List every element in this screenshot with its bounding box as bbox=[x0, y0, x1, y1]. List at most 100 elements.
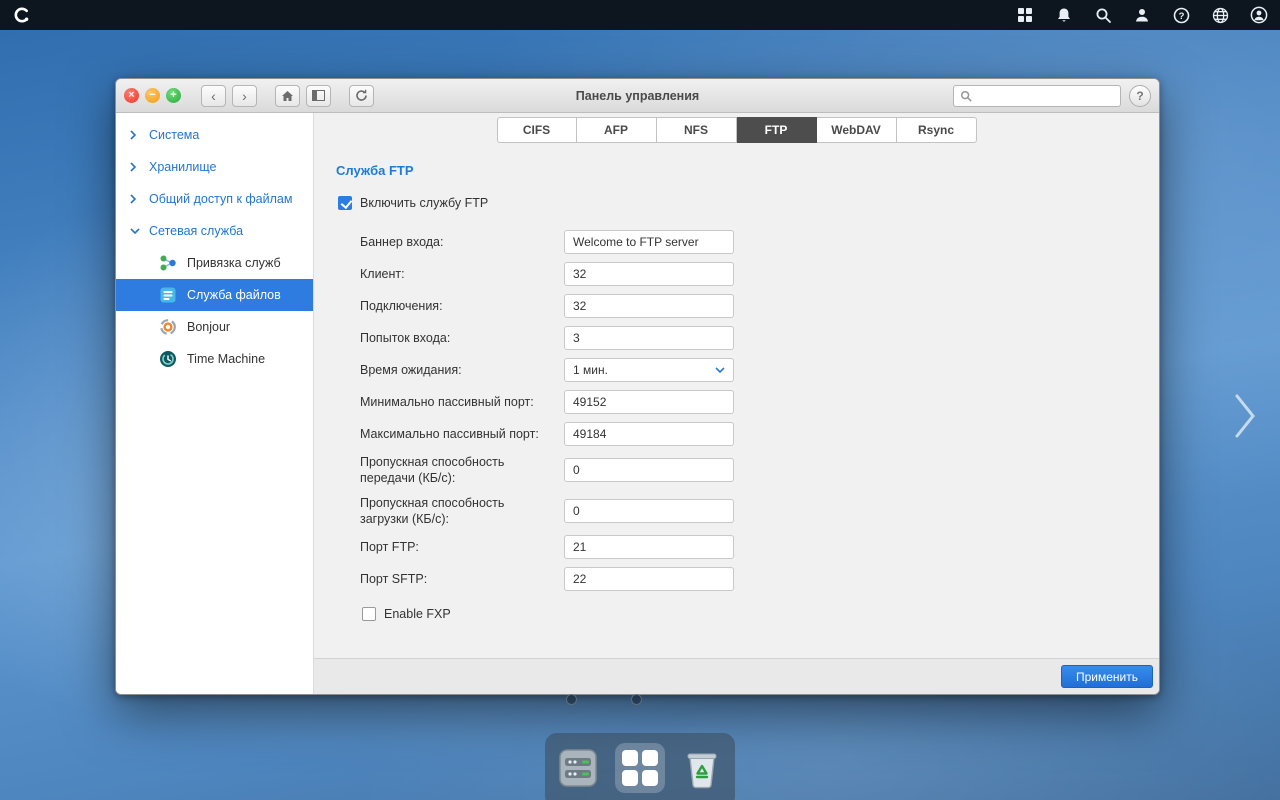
sidebar-item-service-binding[interactable]: Привязка служб bbox=[116, 247, 313, 279]
sftp-port-input[interactable] bbox=[564, 567, 734, 591]
window-help-button[interactable]: ? bbox=[1129, 85, 1151, 107]
tab-afp[interactable]: AFP bbox=[577, 117, 657, 143]
tab-webdav[interactable]: WebDAV bbox=[817, 117, 897, 143]
sidebar-item-label: Общий доступ к файлам bbox=[149, 192, 292, 206]
dock bbox=[545, 733, 735, 800]
field-label: Баннер входа: bbox=[360, 234, 564, 250]
tab-nfs[interactable]: NFS bbox=[657, 117, 737, 143]
window-titlebar: × − + ‹ › Пане bbox=[116, 79, 1159, 113]
form-row-login-attempts: Попыток входа: bbox=[336, 326, 1159, 350]
field-label: Порт SFTP: bbox=[360, 571, 564, 587]
forward-button[interactable]: › bbox=[232, 85, 257, 107]
sidebar-item-label: Служба файлов bbox=[187, 288, 281, 302]
tab-cifs[interactable]: CIFS bbox=[497, 117, 577, 143]
sidebar-item-time-machine[interactable]: Time Machine bbox=[116, 343, 313, 375]
enable-ftp-label: Включить службу FTP bbox=[360, 196, 488, 210]
form-row-passive-min: Минимально пассивный порт: bbox=[336, 390, 1159, 414]
enable-fxp-row: Enable FXP bbox=[338, 607, 1159, 621]
system-monitor-icon[interactable] bbox=[553, 743, 603, 793]
window-search-input[interactable] bbox=[977, 89, 1114, 103]
desktop-page-dot[interactable] bbox=[631, 694, 642, 705]
form-row-download-bandwidth: Пропускная способность загрузки (КБ/с): bbox=[336, 495, 1159, 528]
back-button[interactable]: ‹ bbox=[201, 85, 226, 107]
chevron-down-icon bbox=[130, 228, 140, 234]
form-row-transfer-bandwidth: Пропускная способность передачи (КБ/с): bbox=[336, 454, 1159, 487]
sidebar: Система Хранилище Общий доступ к файлам bbox=[116, 113, 314, 694]
language-globe-icon[interactable] bbox=[1211, 6, 1229, 24]
form-row-ftp-port: Порт FTP: bbox=[336, 535, 1159, 559]
timeout-select[interactable]: 1 мин. bbox=[564, 358, 734, 382]
connections-input[interactable] bbox=[564, 294, 734, 318]
notifications-bell-icon[interactable] bbox=[1055, 6, 1073, 24]
window-controls: × − + bbox=[124, 88, 187, 103]
maximize-button[interactable]: + bbox=[166, 88, 181, 103]
login-attempts-input[interactable] bbox=[564, 326, 734, 350]
form-row-connections: Подключения: bbox=[336, 294, 1159, 318]
svg-text:?: ? bbox=[1178, 11, 1184, 22]
control-panel-window: × − + ‹ › Пане bbox=[115, 78, 1160, 695]
asustor-logo[interactable] bbox=[12, 5, 32, 25]
chevron-right-icon bbox=[130, 194, 140, 204]
sidebar-item-label: Bonjour bbox=[187, 320, 230, 334]
enable-fxp-label: Enable FXP bbox=[384, 607, 451, 621]
sidebar-item-bonjour[interactable]: Bonjour bbox=[116, 311, 313, 343]
minimize-button[interactable]: − bbox=[145, 88, 160, 103]
topbar: ? bbox=[0, 0, 1280, 30]
service-binding-icon bbox=[158, 253, 178, 273]
enable-ftp-row: Включить службу FTP bbox=[338, 196, 1159, 210]
timeout-select-value: 1 мин. bbox=[573, 363, 608, 377]
bonjour-icon bbox=[158, 317, 178, 337]
sidebar-item-file-sharing[interactable]: Общий доступ к файлам bbox=[116, 183, 313, 215]
sidebar-item-file-service[interactable]: Служба файлов bbox=[116, 279, 313, 311]
next-page-chevron[interactable] bbox=[1232, 392, 1258, 440]
sidebar-item-label: Хранилище bbox=[149, 160, 217, 174]
field-label: Время ожидания: bbox=[360, 362, 564, 378]
sidebar-toggle-button[interactable] bbox=[306, 85, 331, 107]
ftp-settings-form: Служба FTP Включить службу FTP Баннер вх… bbox=[314, 147, 1159, 658]
enable-ftp-checkbox[interactable] bbox=[338, 196, 352, 210]
form-row-client: Клиент: bbox=[336, 262, 1159, 286]
sidebar-item-system[interactable]: Система bbox=[116, 119, 313, 151]
sidebar-item-label: Сетевая служба bbox=[149, 224, 243, 238]
apps-grid-icon[interactable] bbox=[1016, 6, 1034, 24]
recycle-bin-icon[interactable] bbox=[677, 743, 727, 793]
tab-ftp[interactable]: FTP bbox=[737, 117, 817, 143]
sidebar-item-network-service[interactable]: Сетевая служба bbox=[116, 215, 313, 247]
ftp-port-input[interactable] bbox=[564, 535, 734, 559]
passive-port-max-input[interactable] bbox=[564, 422, 734, 446]
form-row-sftp-port: Порт SFTP: bbox=[336, 567, 1159, 591]
home-button[interactable] bbox=[275, 85, 300, 107]
sidebar-item-label: Привязка служб bbox=[187, 256, 281, 270]
form-row-timeout: Время ожидания: 1 мин. bbox=[336, 358, 1159, 382]
chevron-right-icon bbox=[130, 130, 140, 140]
passive-port-min-input[interactable] bbox=[564, 390, 734, 414]
search-icon[interactable] bbox=[1094, 6, 1112, 24]
field-label: Пропускная способность загрузки (КБ/с): bbox=[360, 495, 564, 528]
apply-button[interactable]: Применить bbox=[1061, 665, 1153, 688]
page-title: Служба FTP bbox=[336, 163, 1159, 178]
sidebar-item-storage[interactable]: Хранилище bbox=[116, 151, 313, 183]
client-input[interactable] bbox=[564, 262, 734, 286]
time-machine-icon bbox=[158, 349, 178, 369]
user-icon[interactable] bbox=[1133, 6, 1151, 24]
sidebar-item-label: Система bbox=[149, 128, 199, 142]
search-icon bbox=[960, 90, 972, 102]
banner-input[interactable] bbox=[564, 230, 734, 254]
window-search bbox=[953, 85, 1121, 107]
help-icon[interactable]: ? bbox=[1172, 6, 1190, 24]
field-label: Минимально пассивный порт: bbox=[360, 394, 564, 410]
enable-fxp-checkbox[interactable] bbox=[362, 607, 376, 621]
desktop: ? × bbox=[0, 0, 1280, 800]
field-label: Попыток входа: bbox=[360, 330, 564, 346]
field-label: Клиент: bbox=[360, 266, 564, 282]
tab-rsync[interactable]: Rsync bbox=[897, 117, 977, 143]
close-button[interactable]: × bbox=[124, 88, 139, 103]
refresh-button[interactable] bbox=[349, 85, 374, 107]
file-service-icon bbox=[158, 285, 178, 305]
transfer-bandwidth-input[interactable] bbox=[564, 458, 734, 482]
download-bandwidth-input[interactable] bbox=[564, 499, 734, 523]
window-body: Система Хранилище Общий доступ к файлам bbox=[116, 113, 1159, 694]
desktop-page-dot[interactable] bbox=[566, 694, 577, 705]
app-launcher-icon[interactable] bbox=[615, 743, 665, 793]
account-icon[interactable] bbox=[1250, 6, 1268, 24]
